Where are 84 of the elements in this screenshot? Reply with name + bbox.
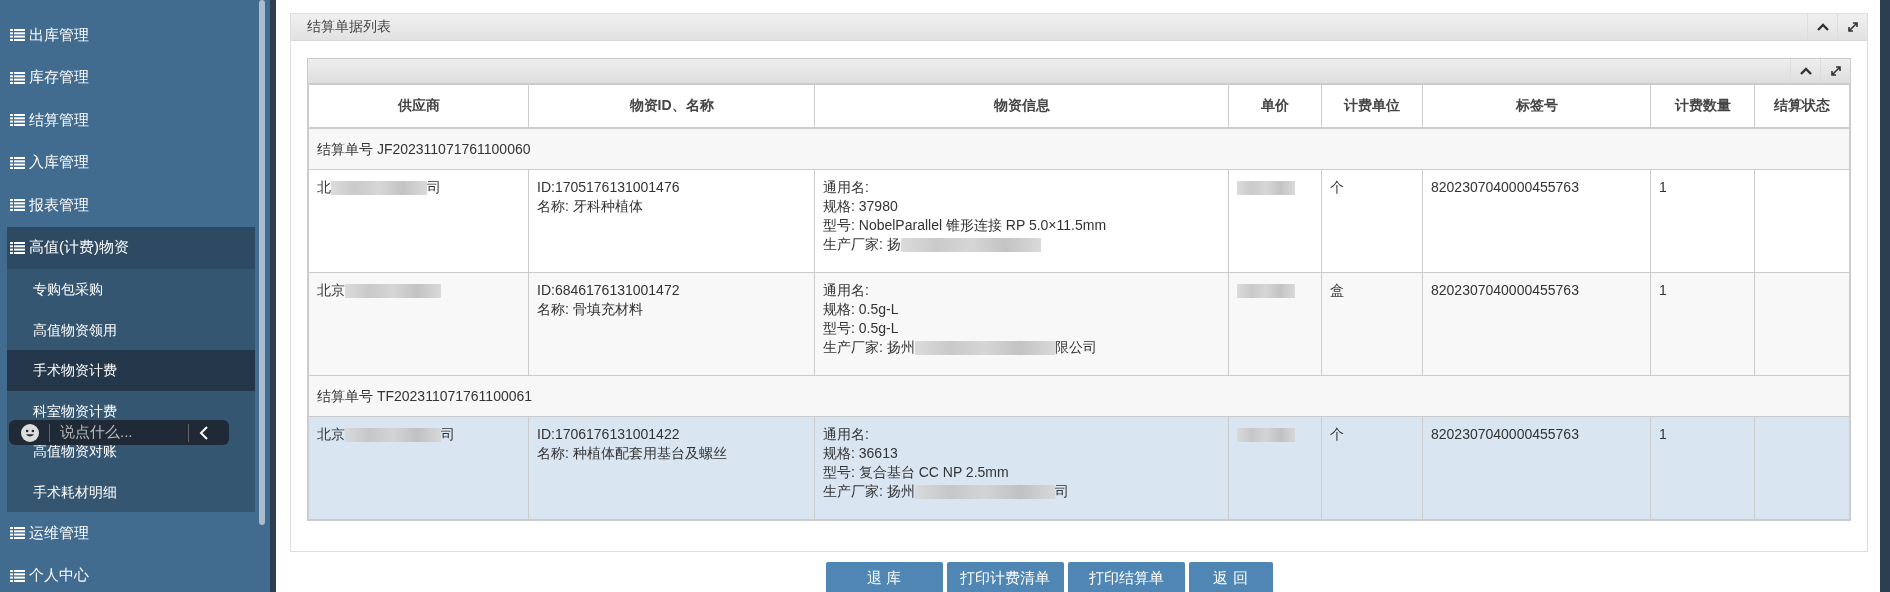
tag-number-text: 8202307040000455763 [1431, 426, 1579, 442]
chevron-up-icon [1816, 23, 1829, 31]
sidebar-item[interactable]: 入库管理 [0, 141, 245, 184]
column-header: 标签号 [1422, 84, 1651, 128]
list-icon [10, 156, 25, 169]
item-info-text: 规格: 0.5g-L [823, 300, 900, 319]
sidebar-item[interactable]: 结算管理 [0, 99, 245, 142]
column-header: 计费单位 [1321, 84, 1423, 128]
unit-text: 个 [1330, 426, 1344, 442]
list-icon [10, 199, 25, 212]
action-button[interactable]: 退 库 [825, 562, 943, 592]
item-info-text: 通用名: [823, 178, 870, 197]
action-button[interactable]: 打印结算单 [1067, 562, 1185, 592]
chat-input-field[interactable]: 说点什么... [60, 423, 178, 442]
sidebar-item[interactable]: 报表管理 [0, 184, 245, 227]
action-button[interactable]: 返 回 [1188, 562, 1273, 592]
item-name-text: 名称: 牙科种植体 [537, 197, 644, 216]
supplier-text: 司 [427, 178, 441, 197]
list-icon [10, 569, 25, 582]
manufacturer-text: 司 [1054, 482, 1069, 501]
list-icon [10, 114, 25, 127]
sidebar-item[interactable]: 个人中心 [0, 554, 245, 592]
manufacturer-text: 生产厂家: 扬 [823, 235, 901, 254]
smiley-icon [21, 423, 39, 442]
sidebar-item[interactable]: 运维管理 [0, 512, 245, 555]
unit-text: 盒 [1330, 282, 1344, 298]
item-info-text: 通用名: [823, 281, 870, 300]
supplier-text: 北 [317, 178, 331, 197]
list-icon [10, 71, 25, 84]
expand-icon [1846, 21, 1859, 33]
supplier-text: 北京 [317, 425, 345, 444]
manufacturer-text: 生产厂家: 扬州 [823, 482, 915, 501]
table-row[interactable]: 北京 司 ID:1706176131001422 名称: 种植体配套用基台及螺丝 通用名: 规格: 36613 型号: 复合基台 CC NP 2.5mm 生产厂家: 扬州 司 个 8202307040000455763 1 [308, 416, 1850, 520]
table-row[interactable]: 北京 ID:6846176131001472 名称: 骨填充材料 通用名: 规格: 0.5g-L 型号: 0.5g-L 生产厂家: 扬州 限公司 盒 8202307040000455763 1 [308, 272, 1850, 376]
item-id-text: ID:1706176131001422 [537, 425, 681, 444]
redaction-blur [1237, 428, 1295, 442]
item-info-text: 型号: 复合基台 CC NP 2.5mm [823, 463, 1010, 482]
supplier-text: 司 [441, 425, 455, 444]
item-id-text: ID:6846176131001472 [537, 281, 681, 300]
list-icon [10, 29, 25, 42]
expand-icon [1829, 65, 1842, 77]
group-row-cell: 结算单号 TF202311071761100061 [308, 375, 1850, 417]
item-info-text: 型号: 0.5g-L [823, 319, 900, 338]
table-row[interactable]: 北 司 ID:1705176131001476 名称: 牙科种植体 通用名: 规格: 37980 型号: NobelParallel 锥形连接 RP 5.0×11.5mm 生产厂家: 扬 个 8202307040000455763 1 [308, 169, 1850, 273]
redaction-blur [1237, 181, 1295, 195]
item-info-text: 规格: 36613 [823, 444, 899, 463]
sidebar-item[interactable]: 出库管理 [0, 14, 245, 57]
item-name-text: 名称: 骨填充材料 [537, 300, 644, 319]
chevron-left-icon[interactable] [199, 424, 209, 441]
item-id-text: ID:1705176131001476 [537, 178, 681, 197]
column-header: 计费数量 [1650, 84, 1755, 128]
item-name-text: 名称: 种植体配套用基台及螺丝 [537, 444, 728, 463]
submenu-item[interactable]: 高值物资领用 [7, 309, 255, 350]
submenu-item[interactable]: 专购包采购 [7, 269, 255, 310]
column-header: 供应商 [308, 84, 529, 128]
manufacturer-text: 限公司 [1054, 338, 1097, 357]
manufacturer-text: 生产厂家: 扬州 [823, 338, 915, 357]
unit-text: 个 [1330, 179, 1344, 195]
chevron-up-icon [1799, 67, 1812, 75]
submenu-item[interactable]: 手术耗材明细 [7, 471, 255, 512]
list-icon [10, 241, 25, 254]
column-header: 单价 [1228, 84, 1322, 128]
action-button[interactable]: 打印计费清单 [946, 562, 1064, 592]
submenu-item[interactable]: 手术物资计费 [7, 350, 255, 391]
quantity-text: 1 [1659, 426, 1667, 442]
redaction-blur [1237, 284, 1295, 298]
tag-number-text: 8202307040000455763 [1431, 282, 1579, 298]
sidebar-item[interactable]: 高值(计费)物资 [7, 226, 255, 269]
tag-number-text: 8202307040000455763 [1431, 179, 1579, 195]
item-info-text: 型号: NobelParallel 锥形连接 RP 5.0×11.5mm [823, 216, 1108, 235]
column-header: 物资ID、名称 [528, 84, 815, 128]
supplier-text: 北京 [317, 281, 345, 300]
quantity-text: 1 [1659, 282, 1667, 298]
panel-title: 结算单据列表 [306, 18, 391, 36]
column-header: 物资信息 [814, 84, 1229, 128]
scrollbar[interactable] [1880, 0, 1890, 592]
quantity-text: 1 [1659, 179, 1667, 195]
column-header: 结算状态 [1754, 84, 1850, 128]
scrollbar[interactable] [259, 0, 265, 525]
group-row-cell: 结算单号 JF202311071761100060 [308, 128, 1850, 170]
item-info-text: 通用名: [823, 425, 870, 444]
item-info-text: 规格: 37980 [823, 197, 899, 216]
sidebar-item[interactable]: 库存管理 [0, 56, 245, 99]
list-icon [10, 527, 25, 540]
